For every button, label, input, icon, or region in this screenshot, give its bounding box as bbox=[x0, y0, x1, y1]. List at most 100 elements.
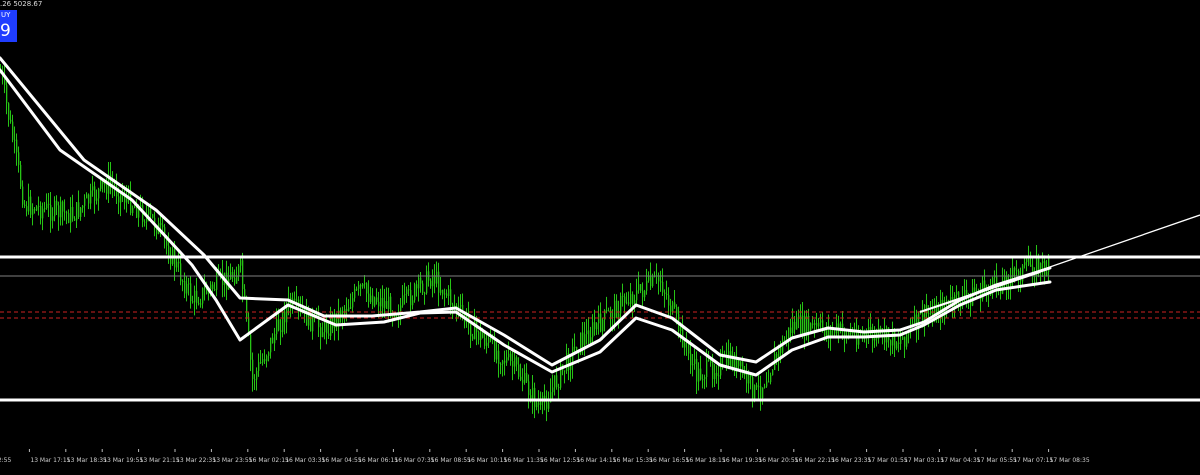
candle-body bbox=[620, 295, 622, 314]
candle-body bbox=[88, 194, 90, 204]
candle-body bbox=[760, 386, 762, 398]
candle-body bbox=[184, 281, 186, 294]
candle-body bbox=[26, 206, 28, 212]
candle-body bbox=[1042, 261, 1044, 264]
candle-body bbox=[868, 327, 870, 331]
candle-body bbox=[14, 139, 16, 141]
candle-body bbox=[906, 334, 908, 347]
axis-tick-label: 13 Mar 23:55 bbox=[212, 457, 252, 464]
candle-body bbox=[260, 362, 262, 364]
candle-body bbox=[98, 188, 100, 199]
candle-body bbox=[46, 203, 48, 209]
candle-body bbox=[416, 284, 418, 289]
candle-body bbox=[84, 198, 86, 206]
candle-body bbox=[684, 342, 686, 348]
candle-body bbox=[36, 206, 38, 211]
candle-body bbox=[410, 289, 412, 306]
candle-body bbox=[270, 337, 272, 353]
axis-tick-label: 17 Mar 08:35 bbox=[1050, 457, 1090, 464]
candle-body bbox=[484, 337, 486, 346]
candle-body bbox=[606, 310, 608, 312]
candle-body bbox=[324, 321, 326, 333]
candle-body bbox=[538, 402, 540, 406]
candle-body bbox=[66, 212, 68, 214]
candle-body bbox=[352, 298, 354, 308]
candle-body bbox=[782, 340, 784, 353]
candle-body bbox=[246, 297, 248, 318]
candle-body bbox=[756, 385, 758, 388]
candle-body bbox=[16, 139, 18, 153]
candle-body bbox=[388, 296, 390, 309]
candle-body bbox=[268, 352, 270, 356]
candle-body bbox=[412, 300, 414, 306]
candle-body bbox=[274, 334, 276, 344]
candle-body bbox=[242, 260, 244, 290]
candle-body bbox=[238, 265, 240, 277]
candle-body bbox=[482, 331, 484, 338]
symbol-badge[interactable]: UY 9 bbox=[0, 10, 17, 42]
candle-body bbox=[626, 302, 628, 304]
candle-body bbox=[692, 364, 694, 366]
candle-body bbox=[240, 260, 242, 266]
candle-body bbox=[712, 363, 714, 380]
candle-body bbox=[262, 359, 264, 363]
candle-body bbox=[694, 359, 696, 365]
candle-body bbox=[708, 359, 710, 361]
axis-tick-label: 16 Mar 19:35 bbox=[722, 457, 762, 464]
candle-body bbox=[284, 311, 286, 323]
candle-body bbox=[312, 315, 314, 332]
candle-body bbox=[144, 221, 146, 223]
candle-body bbox=[100, 180, 102, 189]
candle-body bbox=[614, 300, 616, 319]
candle-body bbox=[38, 205, 40, 207]
candle-body bbox=[418, 277, 420, 289]
candle-body bbox=[118, 196, 120, 203]
candle-body bbox=[892, 330, 894, 346]
candle-body bbox=[10, 119, 12, 122]
candle-body bbox=[780, 347, 782, 353]
axis-tick-label: 16 Mar 10:15 bbox=[467, 457, 507, 464]
axis-tick-label: 16 Mar 12:55 bbox=[540, 457, 580, 464]
candle-body bbox=[180, 263, 182, 282]
candle-body bbox=[496, 350, 498, 360]
candle-body bbox=[966, 290, 968, 295]
candle-body bbox=[444, 293, 446, 295]
candle-body bbox=[70, 206, 72, 223]
candle-body bbox=[812, 323, 814, 326]
price-chart[interactable]: 12:55 13 Mar 17:1513 Mar 18:3513 Mar 19:5… bbox=[0, 0, 1200, 475]
candle-body bbox=[574, 346, 576, 348]
candle-body bbox=[650, 276, 652, 287]
candle-body bbox=[278, 319, 280, 331]
candle-body bbox=[1028, 258, 1030, 265]
axis-tick-label: 16 Mar 04:55 bbox=[322, 457, 362, 464]
candle-body bbox=[212, 284, 214, 290]
axis-tick-label: 12:55 bbox=[0, 457, 11, 464]
candle-body bbox=[518, 364, 520, 377]
candle-body bbox=[628, 302, 630, 304]
candle-body bbox=[558, 387, 560, 389]
candle-body bbox=[354, 288, 356, 299]
candlesticks bbox=[0, 63, 1050, 422]
time-axis: 12:55 13 Mar 17:1513 Mar 18:3513 Mar 19:5… bbox=[0, 449, 1090, 464]
candle-body bbox=[280, 330, 282, 332]
candle-body bbox=[704, 377, 706, 380]
ohlc-readout: .26 5028.67 bbox=[0, 0, 43, 8]
candle-body bbox=[386, 301, 388, 309]
candle-body bbox=[86, 194, 88, 199]
candle-body bbox=[972, 287, 974, 306]
badge-label: UY bbox=[1, 11, 11, 19]
candle-body bbox=[802, 315, 804, 335]
candle-body bbox=[638, 284, 640, 291]
axis-tick-label: 16 Mar 11:35 bbox=[504, 457, 544, 464]
candle-body bbox=[470, 324, 472, 337]
candle-body bbox=[1012, 267, 1014, 277]
axis-tick-label: 13 Mar 19:55 bbox=[103, 457, 143, 464]
candle-body bbox=[584, 334, 586, 346]
candle-body bbox=[200, 303, 202, 305]
candle-body bbox=[376, 297, 378, 302]
candle-body bbox=[372, 295, 374, 306]
candle-body bbox=[360, 284, 362, 287]
candle-body bbox=[762, 387, 764, 398]
candle-body bbox=[472, 336, 474, 340]
candle-body bbox=[356, 288, 358, 290]
